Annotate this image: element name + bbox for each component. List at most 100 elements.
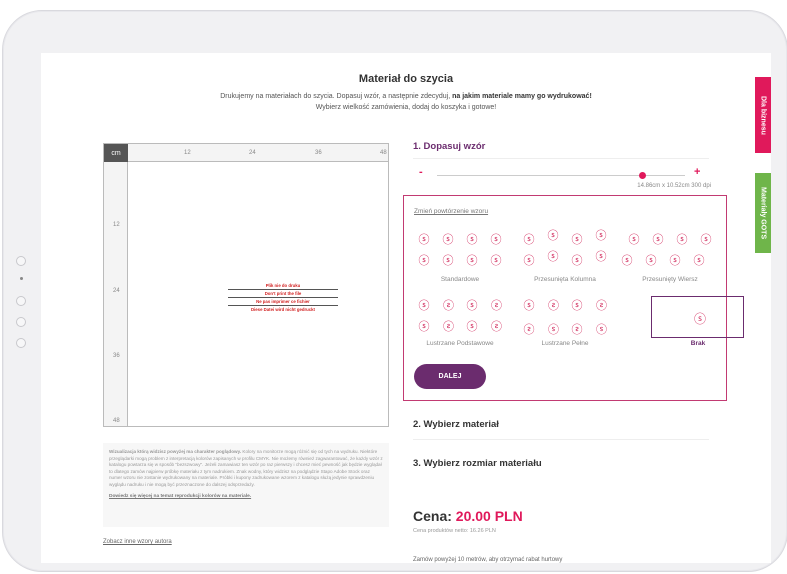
zoom-in-button[interactable]: + — [694, 166, 700, 178]
repeat-option-label: Brak — [690, 340, 706, 347]
subtitle-bold: na jakim materiale mamy go wydrukować! — [452, 93, 592, 100]
repeat-option-label: Przesunięty Wiersz — [642, 276, 698, 283]
pattern-thumbnail: ⓢ ⓢ ⓢ ⓢ ⓢ ⓢ ⓢ ⓢ — [412, 296, 508, 338]
strawberry-icon: ⓢ — [547, 251, 559, 263]
strawberry-icon: ⓢ — [571, 234, 583, 246]
tab-materialy-gots-label: Materiały GOTS — [759, 186, 767, 240]
strawberry-icon: ⓢ — [490, 255, 502, 267]
strawberry-icon: ⓢ — [523, 234, 535, 246]
ruler-tick: 48 — [113, 418, 120, 424]
strawberry-icon: ⓢ — [442, 321, 454, 333]
preview-disclaimer: Wizualizacja którą widzisz powyżej ma ch… — [103, 443, 389, 527]
repeat-option-row-offset[interactable]: ⓢ ⓢ ⓢ ⓢ ⓢ ⓢ ⓢ ⓢ — [622, 230, 718, 272]
ruler-tick: 36 — [113, 353, 120, 359]
strawberry-icon: ⓢ — [694, 312, 707, 326]
repeat-option-none[interactable]: ⓢ — [651, 296, 744, 338]
price-label: Cena: — [413, 508, 452, 524]
repeat-options-panel: Zmień powtórzenie wzoru ⓢ ⓢ ⓢ ⓢ ⓢ ⓢ ⓢ ⓢ Standa… — [403, 195, 744, 401]
strawberry-icon: ⓢ — [700, 234, 712, 246]
tablet-button-icon — [16, 256, 26, 266]
repeat-option-mirror-basic[interactable]: ⓢ ⓢ ⓢ ⓢ ⓢ ⓢ ⓢ ⓢ — [412, 296, 508, 338]
watermark-notice: Plik nie do druku Don't print the file N… — [228, 282, 338, 313]
step1-title: 1. Dopasuj wzór — [413, 141, 486, 152]
step3-title[interactable]: 3. Wybierz rozmiar materiału — [413, 458, 542, 469]
repeat-option-label: Przesunięta Kolumna — [534, 276, 596, 283]
strawberry-icon: ⓢ — [652, 234, 664, 246]
strawberry-icon: ⓢ — [547, 300, 559, 312]
repeat-option-label: Standardowe — [440, 276, 480, 283]
preview-canvas: Plik nie do druku Don't print the file N… — [128, 162, 388, 426]
disclaimer-bold: Wizualizacja którą widzisz powyżej ma ch… — [109, 449, 242, 454]
page-subtitle-line2: Wybierz wielkość zamówienia, dodaj do ko… — [315, 104, 497, 111]
strawberry-icon: ⓢ — [595, 230, 607, 242]
repeat-option-column-offset[interactable]: ⓢ ⓢ ⓢ ⓢ ⓢ ⓢ ⓢ ⓢ — [517, 230, 613, 272]
price: Cena: 20.00 PLN — [413, 508, 523, 524]
color-reproduction-link[interactable]: Dowiedz się więcej na temat reprodukcji … — [109, 494, 383, 499]
ruler-tick: 48 — [380, 150, 387, 156]
tablet-button-icon — [16, 317, 26, 327]
repeat-option-mirror-full[interactable]: ⓢ ⓢ ⓢ ⓢ ⓢ ⓢ ⓢ ⓢ — [517, 296, 613, 338]
strawberry-icon: ⓢ — [418, 300, 430, 312]
bulk-discount-note: Zamów powyżej 10 metrów, aby otrzymać ra… — [413, 557, 563, 563]
strawberry-icon: ⓢ — [595, 322, 607, 334]
pattern-preview: cm 12 24 36 48 12 24 36 48 Plik nie do d… — [103, 143, 389, 427]
strawberry-icon: ⓢ — [523, 255, 535, 267]
pattern-thumbnail: ⓢ ⓢ ⓢ ⓢ ⓢ ⓢ ⓢ ⓢ — [517, 230, 613, 272]
pattern-thumbnail: ⓢ ⓢ ⓢ ⓢ ⓢ ⓢ ⓢ ⓢ — [517, 296, 613, 338]
repeat-option-label: Lustrzane Pełne — [541, 340, 589, 347]
screen: Materiał do szycia Drukujemy na materiał… — [41, 53, 771, 563]
watermark-line: Ne pas imprimer ce fichier — [228, 298, 338, 306]
subtitle-text: Drukujemy na materiałach do szycia. Dopa… — [220, 93, 451, 100]
zoom-out-button[interactable]: - — [419, 166, 423, 178]
size-slider[interactable] — [437, 172, 685, 179]
author-patterns-link[interactable]: Zobacz inne wzory autora — [103, 539, 172, 545]
strawberry-icon: ⓢ — [547, 230, 559, 242]
repeat-option-label: Lustrzane Podstawowe — [426, 340, 494, 347]
watermark-line: Plik nie do druku — [228, 282, 338, 290]
tab-materialy-gots[interactable]: Materiały GOTS — [755, 173, 771, 253]
strawberry-icon: ⓢ — [490, 321, 502, 333]
strawberry-icon: ⓢ — [523, 322, 535, 334]
change-repeat-link[interactable]: Zmień powtórzenie wzoru — [414, 208, 488, 215]
strawberry-icon: ⓢ — [669, 255, 681, 267]
ruler-tick: 24 — [113, 288, 120, 294]
strawberry-icon: ⓢ — [466, 300, 478, 312]
strawberry-icon: ⓢ — [621, 255, 633, 267]
size-slider-thumb[interactable] — [639, 172, 647, 179]
strawberry-icon: ⓢ — [595, 300, 607, 312]
tablet-button-icon — [16, 296, 26, 306]
divider — [413, 439, 709, 440]
strawberry-icon: ⓢ — [418, 234, 430, 246]
strawberry-icon: ⓢ — [466, 321, 478, 333]
tablet-camera-icon — [20, 277, 23, 280]
ruler-left: 12 24 36 48 — [104, 162, 128, 426]
strawberry-icon: ⓢ — [645, 255, 657, 267]
pattern-thumbnail: ⓢ ⓢ ⓢ ⓢ ⓢ ⓢ ⓢ ⓢ — [412, 230, 508, 272]
watermark-line: Don't print the file — [228, 290, 338, 298]
ruler-tick: 12 — [184, 150, 191, 156]
strawberry-icon: ⓢ — [571, 255, 583, 267]
strawberry-icon: ⓢ — [442, 255, 454, 267]
strawberry-icon: ⓢ — [595, 251, 607, 263]
step2-title[interactable]: 2. Wybierz materiał — [413, 419, 499, 430]
strawberry-icon: ⓢ — [490, 234, 502, 246]
strawberry-icon: ⓢ — [523, 300, 535, 312]
tablet-frame: Materiał do szycia Drukujemy na materiał… — [2, 10, 787, 572]
tablet-side-controls — [16, 256, 30, 359]
strawberry-icon: ⓢ — [466, 255, 478, 267]
repeat-option-standard[interactable]: ⓢ ⓢ ⓢ ⓢ ⓢ ⓢ ⓢ ⓢ — [412, 230, 508, 272]
strawberry-icon: ⓢ — [628, 234, 640, 246]
disclaimer-body: Kolory na monitorze mogą różnić się od t… — [109, 449, 383, 487]
strawberry-icon: ⓢ — [571, 300, 583, 312]
watermark-line: Diese Datei wird nicht gedruckt — [251, 307, 315, 312]
page-title: Materiał do szycia — [358, 73, 454, 85]
next-button[interactable]: DALEJ — [414, 364, 486, 389]
strawberry-icon: ⓢ — [676, 234, 688, 246]
strawberry-icon: ⓢ — [547, 322, 559, 334]
ruler-top: 12 24 36 48 — [128, 144, 388, 162]
ruler-unit: cm — [104, 144, 128, 162]
strawberry-icon: ⓢ — [418, 255, 430, 267]
disclaimer-text: Wizualizacja którą widzisz powyżej ma ch… — [109, 449, 383, 489]
price-netto: Cena produktów netto: 16.26 PLN — [413, 528, 496, 534]
tab-dla-biznesu[interactable]: Dla biznesu — [755, 77, 771, 153]
